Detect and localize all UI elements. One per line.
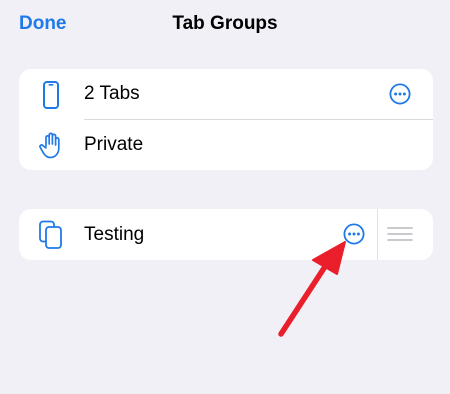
annotation-arrow	[278, 241, 346, 337]
more-options-button[interactable]	[389, 83, 411, 105]
ellipsis-circle-icon	[343, 223, 365, 245]
list-item-private[interactable]: Private	[19, 120, 433, 170]
hand-raised-icon	[38, 131, 64, 159]
tab-groups-list: 2 Tabs Private	[19, 69, 433, 170]
ellipsis-circle-icon	[389, 83, 411, 105]
page-title: Tab Groups	[172, 13, 278, 34]
list-item-label: Testing	[84, 224, 145, 245]
done-button[interactable]: Done	[19, 11, 67, 37]
list-item-testing[interactable]: Testing	[19, 209, 433, 260]
divider	[377, 209, 378, 260]
user-tab-groups-list: Testing	[19, 209, 433, 260]
list-item-label: Private	[84, 134, 144, 155]
square-on-square-icon	[37, 220, 63, 249]
list-item-2-tabs[interactable]: 2 Tabs	[19, 69, 433, 119]
reorder-lines-icon	[387, 227, 413, 241]
iphone-icon	[38, 81, 64, 109]
reorder-handle[interactable]	[387, 224, 413, 244]
testing-more-button[interactable]	[343, 223, 365, 245]
list-item-label: 2 Tabs	[84, 83, 140, 104]
